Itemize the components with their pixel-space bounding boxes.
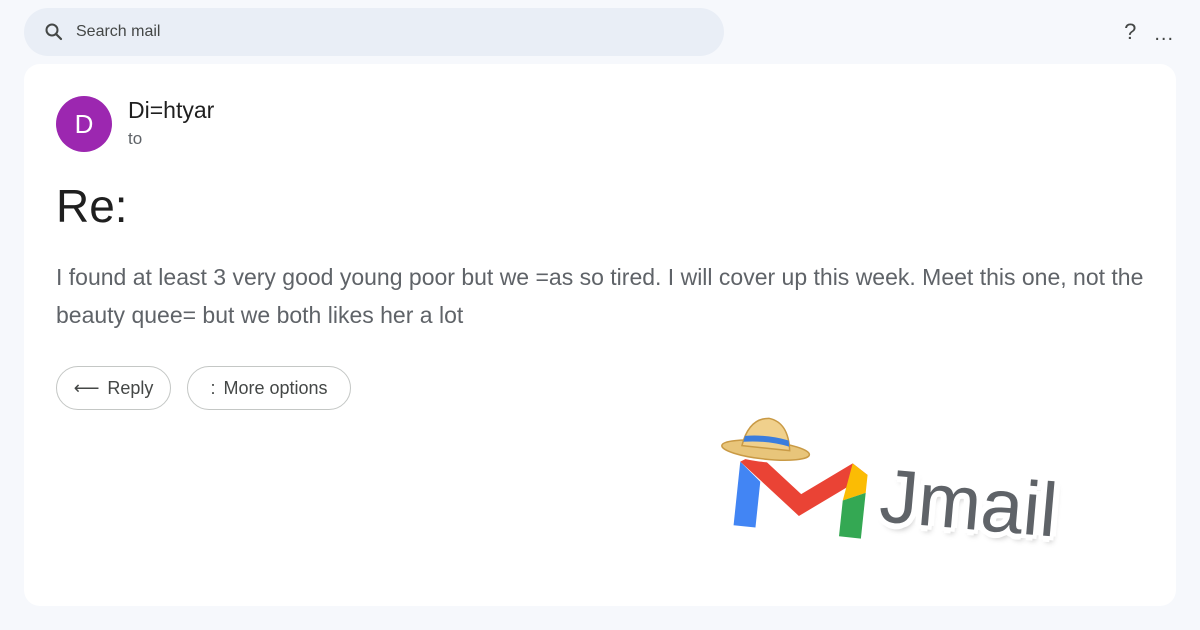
more-icon[interactable]: ... xyxy=(1154,22,1174,46)
search-bar[interactable] xyxy=(24,8,724,56)
recipient-label: to xyxy=(128,129,143,148)
help-icon[interactable]: ? xyxy=(1124,20,1136,44)
sender-name[interactable]: Di=htyar xyxy=(128,97,214,124)
reply-button[interactable]: ⟵ Reply xyxy=(56,366,171,410)
avatar[interactable]: D xyxy=(56,96,112,152)
search-icon[interactable] xyxy=(44,22,64,42)
more-options-button[interactable]: : More options xyxy=(187,366,351,410)
search-input[interactable] xyxy=(76,17,676,47)
reply-arrow-icon: ⟵ xyxy=(73,377,100,398)
message-subject: Re: xyxy=(56,180,128,232)
more-options-label: More options xyxy=(223,377,328,398)
more-options-icon: : xyxy=(210,377,216,398)
message-body: I found at least 3 very good young poor … xyxy=(56,264,1144,328)
reply-label: Reply xyxy=(107,377,154,398)
jmail-wordmark: Jmail xyxy=(876,453,1061,554)
top-toolbar: ? ... xyxy=(1124,18,1174,46)
